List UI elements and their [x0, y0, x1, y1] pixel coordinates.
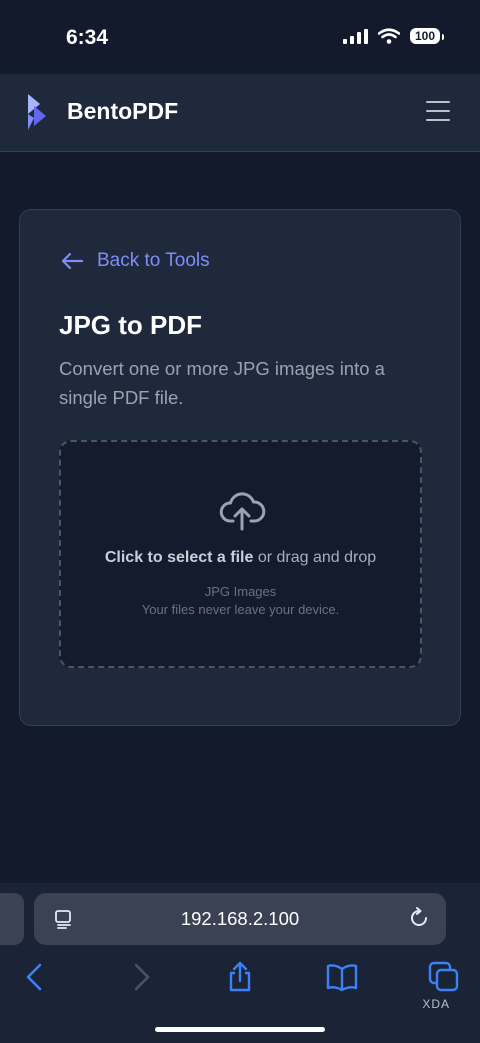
url-text: 192.168.2.100 — [180, 908, 300, 929]
xda-watermark: XDA — [422, 997, 450, 1011]
previous-tab-preview[interactable] — [0, 893, 24, 945]
hamburger-menu-icon[interactable] — [426, 101, 450, 123]
forward-icon[interactable] — [124, 961, 156, 993]
browser-toolbar: 192.168.2.100 XDA — [0, 883, 480, 1043]
back-to-tools-label: Back to Tools — [97, 250, 210, 271]
reload-icon[interactable] — [408, 907, 430, 929]
battery-indicator: 100 — [409, 28, 445, 44]
status-icons: 100 — [342, 28, 445, 44]
bento-logo-icon[interactable] — [24, 92, 50, 132]
file-dropzone[interactable]: Click to select a file or drag and drop … — [59, 440, 422, 668]
wifi-icon — [377, 28, 400, 44]
dropzone-action-rest: or drag and drop — [253, 549, 377, 566]
tool-description: Convert one or more JPG images into a si… — [59, 358, 385, 408]
arrow-left-icon — [61, 252, 83, 270]
bookmarks-icon[interactable] — [326, 961, 358, 993]
page-title: JPG to PDF — [59, 310, 203, 340]
app-header: BentoPDF — [0, 74, 480, 152]
cellular-signal-icon — [342, 28, 368, 44]
dropzone-action-strong: Click to select a file — [104, 549, 254, 566]
dropzone-privacy-note: Your files never leave your device. — [141, 602, 340, 617]
share-icon[interactable] — [224, 961, 256, 993]
cloud-upload-icon — [219, 492, 266, 531]
address-bar[interactable]: 192.168.2.100 — [34, 893, 446, 945]
brand-name[interactable]: BentoPDF — [67, 98, 178, 125]
back-icon[interactable] — [20, 961, 52, 993]
tool-card: Back to Tools JPG to PDF Convert one or … — [19, 209, 461, 726]
dropzone-file-types: JPG Images — [204, 584, 277, 599]
tabs-icon[interactable] — [428, 961, 460, 993]
status-bar: 6:34 100 — [0, 0, 480, 74]
home-indicator — [155, 1027, 325, 1032]
status-time: 6:34 — [66, 26, 109, 49]
back-to-tools-link[interactable]: Back to Tools — [61, 250, 210, 272]
dropzone-instruction: Click to select a file or drag and drop — [61, 549, 420, 567]
browser-nav-icons — [0, 961, 480, 997]
